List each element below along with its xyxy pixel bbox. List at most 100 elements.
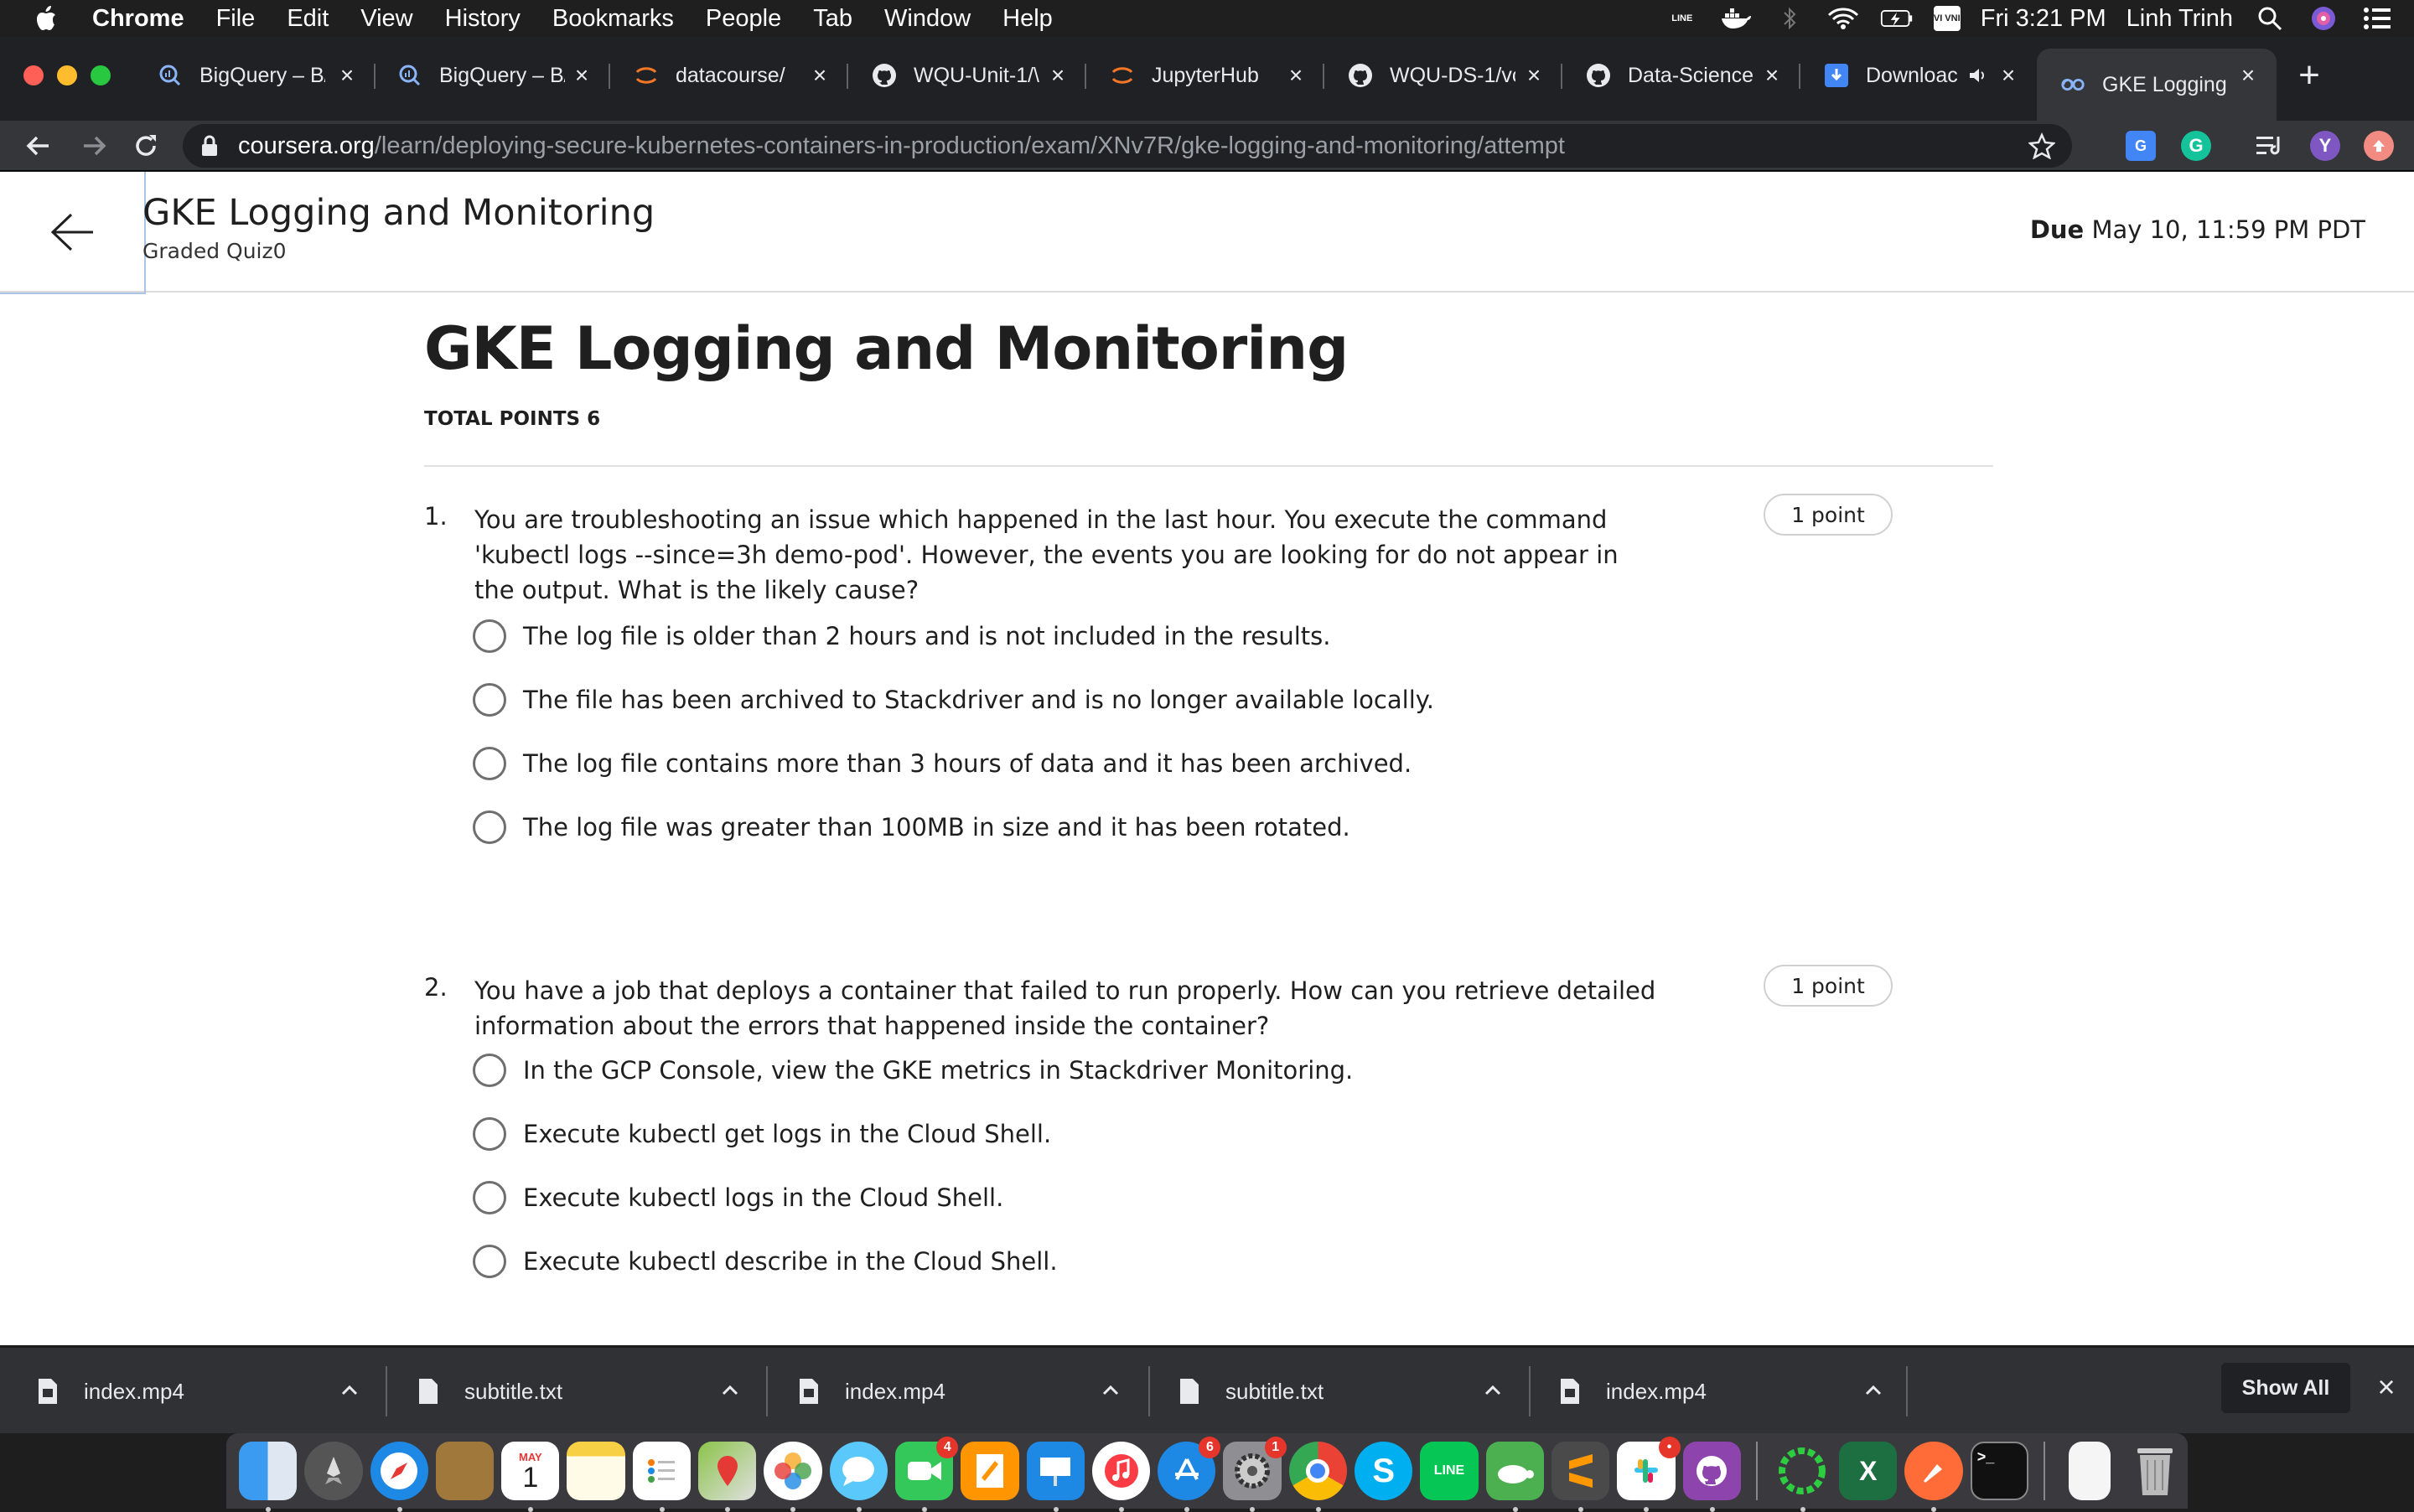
close-shelf-icon[interactable]: ×: [2372, 1372, 2401, 1402]
tab-datacourse[interactable]: datacourse/ ×: [610, 49, 848, 102]
keynote-icon[interactable]: [1026, 1442, 1085, 1512]
tab-bigquery-2[interactable]: BigQuery – B/ ×: [374, 49, 610, 102]
tab-close-icon[interactable]: ×: [808, 64, 831, 87]
answer-option[interactable]: The log file was greater than 100MB in s…: [473, 810, 1350, 844]
document-icon[interactable]: [2069, 1442, 2111, 1500]
media-controls-icon[interactable]: [2255, 131, 2285, 161]
menu-app-name[interactable]: Chrome: [92, 5, 184, 33]
wifi-icon[interactable]: [1826, 6, 1860, 31]
menu-help[interactable]: Help: [1002, 5, 1053, 33]
grammarly-icon[interactable]: G: [2181, 131, 2211, 161]
menu-bookmarks[interactable]: Bookmarks: [552, 5, 674, 33]
new-tab-button[interactable]: +: [2292, 57, 2326, 94]
system-preferences-icon[interactable]: 1: [1223, 1437, 1287, 1512]
answer-option[interactable]: The log file is older than 2 hours and i…: [473, 619, 1331, 653]
lock-icon[interactable]: [201, 135, 218, 157]
answer-option[interactable]: The file has been archived to Stackdrive…: [473, 683, 1434, 717]
download-item[interactable]: index.mp4: [798, 1348, 1150, 1435]
line-icon[interactable]: LINE: [1665, 6, 1699, 31]
tab-gke-logging[interactable]: GKE Logging ×: [2037, 49, 2277, 121]
sublime-text-icon[interactable]: [1551, 1442, 1610, 1512]
slack-icon[interactable]: •: [1617, 1437, 1681, 1512]
tab-jupyterhub[interactable]: JupyterHub ×: [1086, 49, 1324, 102]
back-arrow-button[interactable]: [0, 172, 146, 294]
answer-option[interactable]: The log file contains more than 3 hours …: [473, 747, 1412, 780]
download-item[interactable]: index.mp4: [37, 1348, 387, 1435]
menu-view[interactable]: View: [360, 5, 412, 33]
excel-icon[interactable]: X: [1839, 1442, 1898, 1500]
photos-icon[interactable]: [764, 1442, 822, 1512]
tab-close-icon[interactable]: ×: [570, 64, 593, 87]
tab-close-icon[interactable]: ×: [335, 64, 359, 87]
radio-button[interactable]: [473, 810, 506, 844]
radio-button[interactable]: [473, 683, 506, 717]
skype-icon[interactable]: S: [1355, 1442, 1413, 1500]
tab-data-science[interactable]: Data-Science ×: [1562, 49, 1800, 102]
docker-icon[interactable]: [1719, 6, 1753, 31]
menu-clock[interactable]: Fri 3:21 PM: [1981, 5, 2106, 33]
audio-playing-icon[interactable]: [1968, 65, 1988, 85]
menu-people[interactable]: People: [706, 5, 781, 33]
radio-button[interactable]: [473, 1245, 506, 1278]
trash-icon[interactable]: [2126, 1442, 2184, 1500]
tab-close-icon[interactable]: ×: [2236, 64, 2260, 87]
tab-wqu-ds-1[interactable]: WQU-DS-1/vc ×: [1324, 49, 1562, 102]
address-bar[interactable]: coursera.org/learn/deploying-secure-kube…: [183, 124, 2072, 168]
maps-icon[interactable]: [698, 1442, 757, 1512]
notes-icon[interactable]: [567, 1442, 625, 1500]
chrome-icon[interactable]: [1288, 1442, 1348, 1512]
answer-option[interactable]: Execute kubectl get logs in the Cloud Sh…: [473, 1117, 1051, 1151]
tab-download[interactable]: Downloac ×: [1800, 49, 2037, 102]
siri-icon[interactable]: [2307, 6, 2340, 31]
answer-option[interactable]: Execute kubectl logs in the Cloud Shell.: [473, 1181, 1003, 1214]
reminders-icon[interactable]: [632, 1442, 692, 1512]
google-translate-icon[interactable]: G: [2126, 131, 2156, 161]
postman-icon[interactable]: [1904, 1442, 1963, 1512]
reload-button[interactable]: [129, 129, 163, 163]
chevron-up-icon[interactable]: [1480, 1378, 1505, 1403]
tab-bigquery-1[interactable]: BigQuery – B/ ×: [134, 49, 376, 102]
turtle-app-icon[interactable]: [1485, 1442, 1544, 1512]
tab-close-icon[interactable]: ×: [1760, 64, 1784, 87]
spotlight-icon[interactable]: [2253, 6, 2287, 31]
tab-close-icon[interactable]: ×: [1284, 64, 1308, 87]
window-close-button[interactable]: [23, 65, 44, 85]
chevron-up-icon[interactable]: [337, 1378, 362, 1403]
notification-center-icon[interactable]: [2360, 6, 2394, 31]
pages-icon[interactable]: [961, 1442, 1019, 1500]
bookmark-star-icon[interactable]: [2028, 132, 2056, 160]
show-all-button[interactable]: Show All: [2221, 1363, 2350, 1413]
answer-option[interactable]: In the GCP Console, view the GKE metrics…: [473, 1054, 1353, 1087]
bluetooth-icon[interactable]: [1773, 6, 1806, 31]
finder-icon[interactable]: [239, 1442, 298, 1512]
notes-book-icon[interactable]: [435, 1442, 495, 1500]
download-item[interactable]: subtitle.txt: [417, 1348, 768, 1435]
tab-close-icon[interactable]: ×: [1046, 64, 1070, 87]
radio-button[interactable]: [473, 1054, 506, 1087]
radio-button[interactable]: [473, 619, 506, 653]
menu-edit[interactable]: Edit: [287, 5, 329, 33]
messages-icon[interactable]: [829, 1442, 888, 1512]
update-icon[interactable]: [2364, 131, 2394, 161]
tab-wqu-unit-1[interactable]: WQU-Unit-1/\ ×: [848, 49, 1086, 102]
back-button[interactable]: [22, 129, 55, 163]
chevron-up-icon[interactable]: [1861, 1378, 1886, 1403]
app-store-icon[interactable]: 6: [1158, 1437, 1221, 1512]
download-item[interactable]: index.mp4: [1559, 1348, 1911, 1435]
menu-window[interactable]: Window: [884, 5, 971, 33]
menu-history[interactable]: History: [445, 5, 521, 33]
activity-icon[interactable]: [1774, 1442, 1831, 1512]
profile-avatar[interactable]: Y: [2310, 131, 2340, 161]
radio-button[interactable]: [473, 1181, 506, 1214]
radio-button[interactable]: [473, 747, 506, 780]
terminal-icon[interactable]: >_: [1970, 1442, 2029, 1500]
radio-button[interactable]: [473, 1117, 506, 1151]
menu-file[interactable]: File: [216, 5, 256, 33]
apple-menu-icon[interactable]: [34, 5, 59, 32]
forward-button[interactable]: [77, 129, 111, 163]
tab-close-icon[interactable]: ×: [1997, 64, 2020, 87]
window-zoom-button[interactable]: [91, 65, 111, 85]
menu-user[interactable]: Linh Trinh: [2126, 5, 2233, 33]
calendar-icon[interactable]: MAY 1: [501, 1442, 560, 1512]
download-item[interactable]: subtitle.txt: [1179, 1348, 1531, 1435]
